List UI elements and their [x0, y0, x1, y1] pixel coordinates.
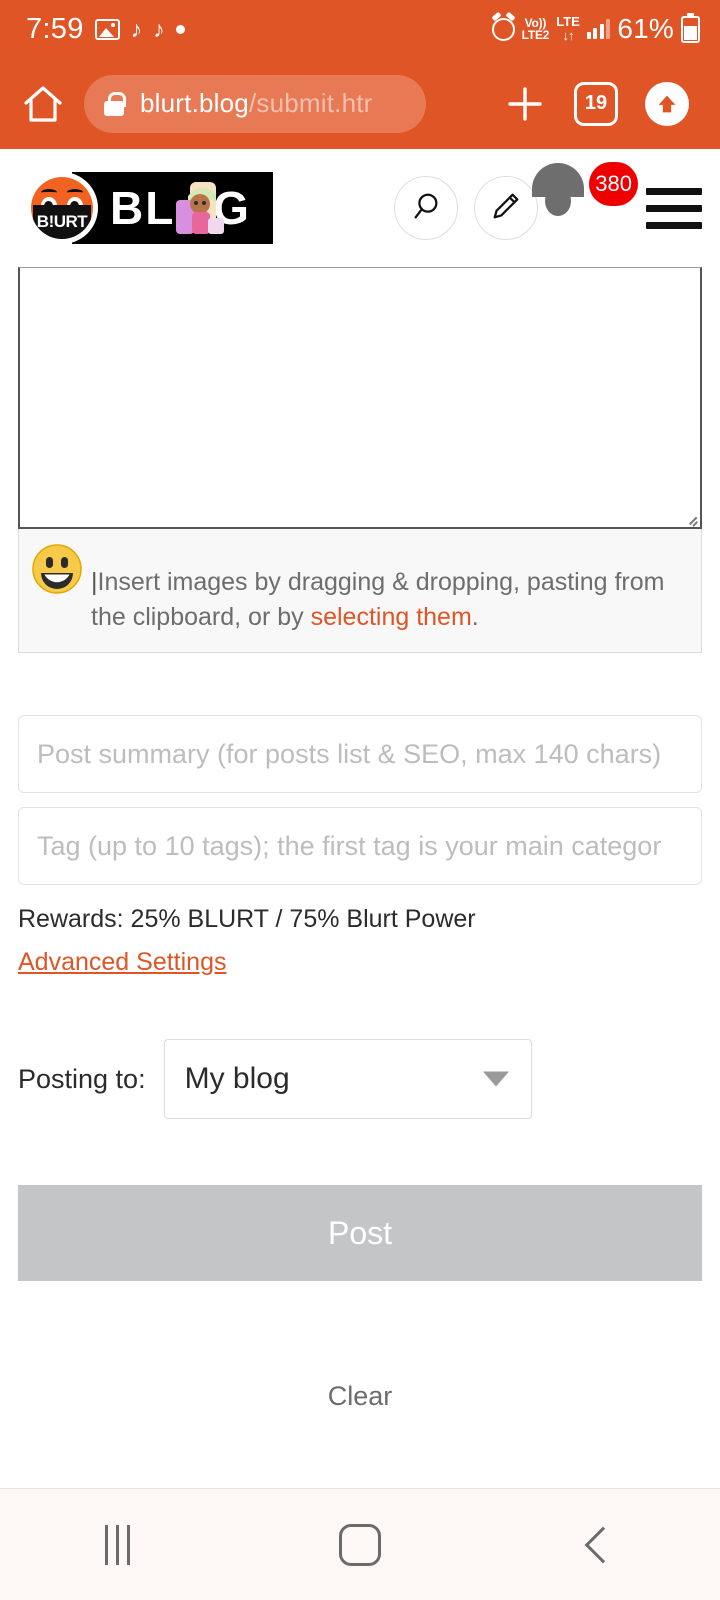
rewards-label: Rewards: 25% BLURT / 75% Blurt Power	[18, 905, 476, 933]
volte-bottom-label: LTE2	[521, 28, 550, 42]
logo-character-image	[168, 178, 226, 238]
lte-label: LTE	[556, 14, 580, 30]
lte-arrows: ↓↑	[562, 28, 575, 43]
dot-icon	[175, 24, 185, 34]
signal-bars-icon	[586, 19, 611, 39]
url-path: /submit.htr	[248, 88, 373, 118]
blurt-mascot-icon: B!URT	[26, 172, 98, 244]
textarea-resize-handle[interactable]	[686, 513, 698, 525]
blog-wordmark: BL O G	[72, 172, 273, 244]
android-nav-bar	[0, 1488, 720, 1600]
new-tab-button[interactable]	[494, 82, 556, 126]
battery-percent: 61%	[617, 13, 674, 44]
browser-home-icon[interactable]	[22, 83, 64, 125]
account-button[interactable]: 380	[532, 162, 638, 242]
upload-button[interactable]	[636, 81, 698, 126]
avatar	[532, 163, 584, 216]
browser-toolbar: blurt.blog/submit.htr 19	[0, 58, 720, 149]
url-text: blurt.blog/submit.htr	[140, 88, 373, 119]
image-insert-hint: |Insert images by dragging & dropping, p…	[18, 529, 702, 653]
tab-switcher-button[interactable]: 19	[556, 81, 636, 126]
clear-link[interactable]: Clear	[18, 1381, 702, 1412]
post-summary-input[interactable]: Post summary (for posts list & SEO, max …	[18, 715, 702, 793]
post-button[interactable]: Post	[18, 1185, 702, 1281]
compose-button[interactable]	[474, 176, 538, 240]
logo-badge-text: B!URT	[33, 205, 91, 239]
status-bar: 7:59 ♪ ♪ Vo)) LTE2 LTE ↓↑ 61%	[0, 0, 720, 58]
status-bar-right: Vo)) LTE2 LTE ↓↑ 61%	[491, 12, 700, 45]
status-time: 7:59	[26, 12, 84, 45]
back-icon[interactable]	[584, 1526, 621, 1563]
url-domain: blurt.blog	[140, 88, 249, 118]
submit-form: |Insert images by dragging & dropping, p…	[0, 267, 720, 1412]
post-tags-input[interactable]: Tag (up to 10 tags); the first tag is yo…	[18, 807, 702, 885]
pencil-icon	[490, 190, 522, 227]
hint-text-after: .	[471, 602, 479, 631]
post-summary-placeholder: Post summary (for posts list & SEO, max …	[37, 738, 662, 769]
alarm-icon	[491, 17, 515, 41]
browser-actions: 19	[494, 81, 698, 126]
posting-to-row: Posting to: My blog	[18, 1039, 702, 1119]
post-body-textarea[interactable]	[18, 267, 702, 529]
posting-to-value: My blog	[184, 1062, 290, 1095]
chevron-down-icon	[482, 1071, 509, 1087]
tab-count-label: 19	[574, 81, 618, 126]
upload-arrow-icon	[645, 81, 689, 126]
posting-to-label: Posting to:	[18, 1063, 146, 1094]
music-note-icon: ♪	[130, 15, 143, 42]
select-images-link[interactable]: selecting them	[311, 603, 472, 631]
search-button[interactable]	[394, 176, 458, 240]
status-bar-left: 7:59 ♪ ♪	[26, 13, 185, 46]
image-icon	[94, 18, 120, 40]
phone-screen: 7:59 ♪ ♪ Vo)) LTE2 LTE ↓↑ 61% blurt.blog…	[0, 0, 720, 1600]
post-tags-placeholder: Tag (up to 10 tags); the first tag is yo…	[37, 830, 662, 861]
advanced-settings-link[interactable]: Advanced Settings	[18, 948, 226, 977]
search-icon	[410, 190, 442, 227]
blurt-logo[interactable]: B!URT BL O G	[26, 172, 273, 244]
volte-icon: Vo)) LTE2	[522, 17, 550, 41]
lock-icon	[104, 91, 126, 116]
recents-icon[interactable]	[104, 1524, 130, 1565]
lte-icon: LTE ↓↑	[556, 15, 580, 42]
hint-text: |Insert images by dragging & dropping, p…	[91, 543, 689, 634]
notification-badge[interactable]: 380	[589, 162, 638, 206]
grinning-face-emoji[interactable]	[31, 543, 83, 595]
music-note-icon: ♪	[153, 15, 165, 42]
battery-icon	[681, 12, 700, 43]
logo-word-start: BL	[110, 182, 176, 234]
hamburger-menu-icon[interactable]	[646, 187, 702, 229]
header-actions: 380	[394, 162, 702, 242]
url-bar[interactable]: blurt.blog/submit.htr	[84, 74, 426, 133]
home-icon[interactable]	[338, 1523, 381, 1566]
site-header: B!URT BL O G	[0, 149, 720, 267]
posting-to-select[interactable]: My blog	[163, 1039, 532, 1119]
